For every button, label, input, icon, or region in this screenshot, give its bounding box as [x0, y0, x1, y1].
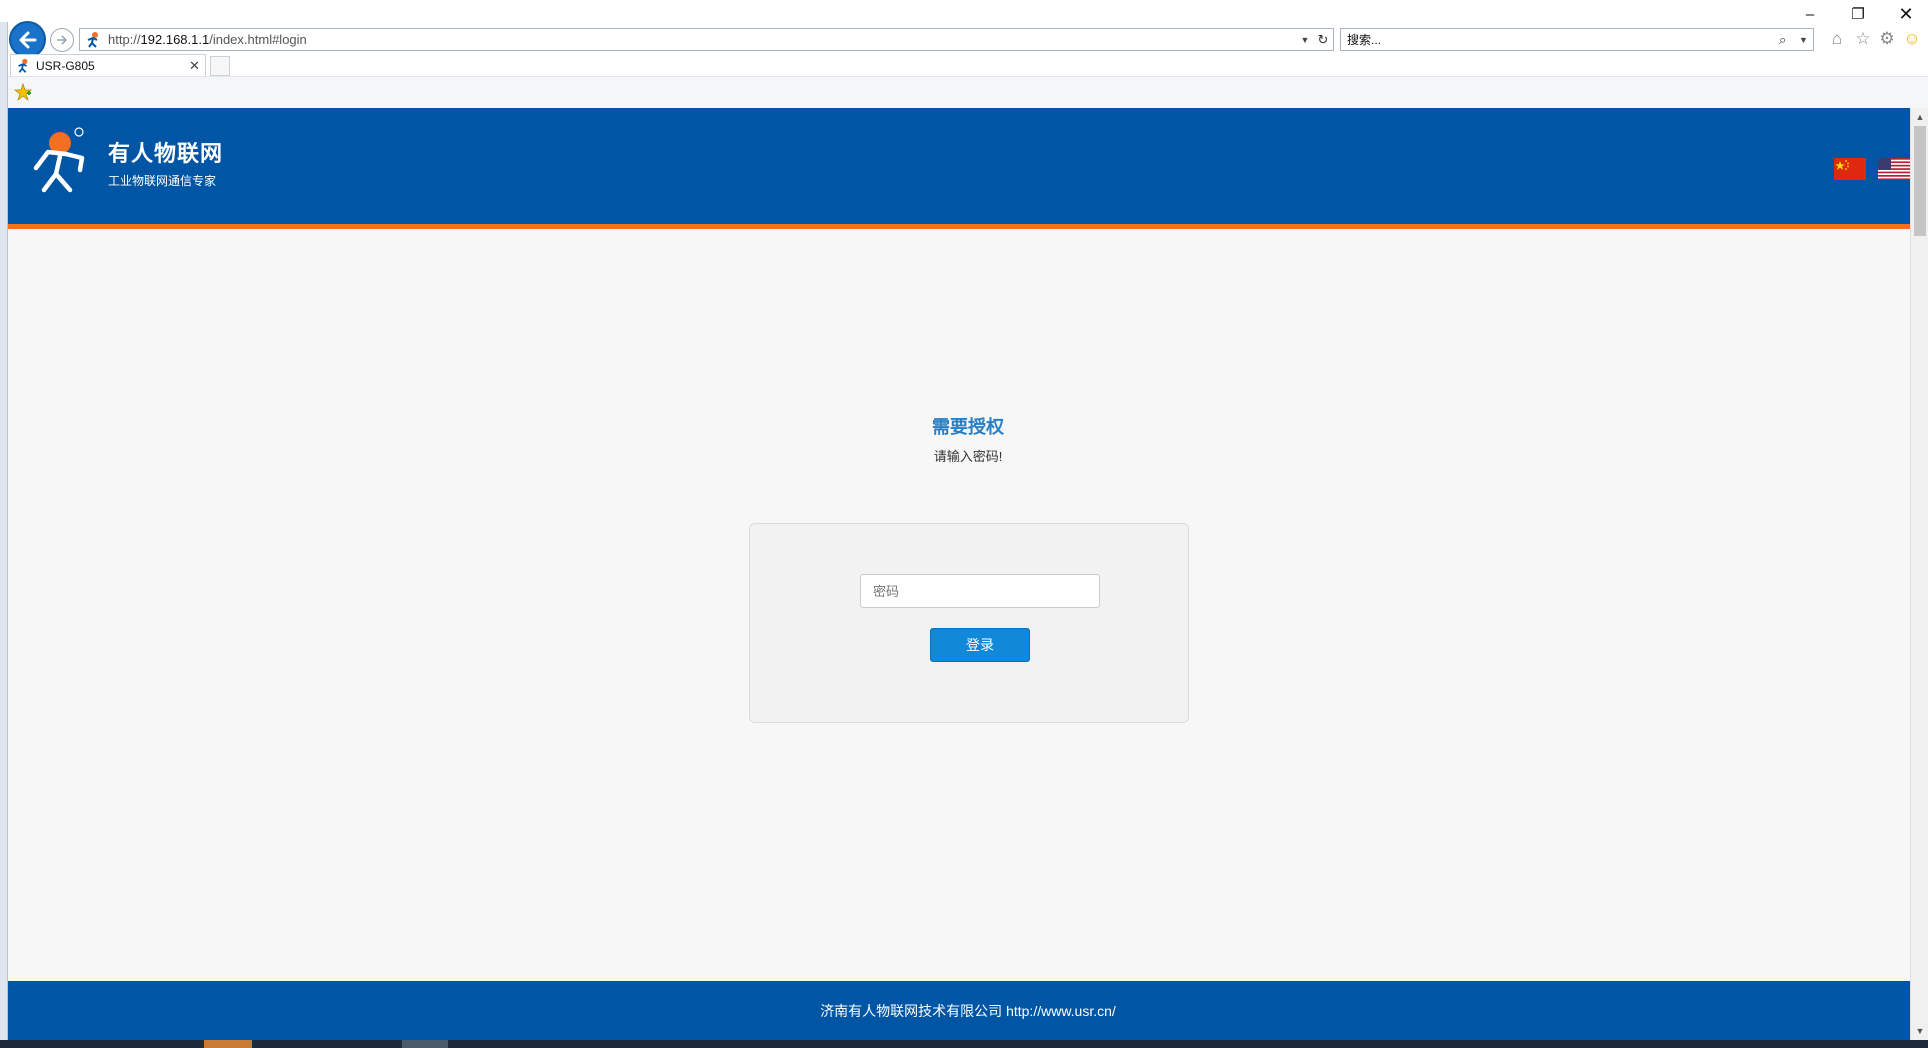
site-footer: 济南有人物联网技术有限公司 http://www.usr.cn/	[8, 981, 1910, 1040]
close-tab-icon[interactable]: ✕	[189, 58, 205, 74]
address-bar[interactable]: http://192.168.1.1/index.html#login ▼ ↻	[79, 28, 1334, 51]
site-header: 有人物联网 工业物联网通信专家	[8, 108, 1910, 224]
tab-favicon-icon	[18, 58, 28, 73]
taskbar-item[interactable]	[204, 1040, 252, 1048]
gear-icon[interactable]: ⚙	[1877, 29, 1897, 49]
auth-title: 需要授权	[932, 417, 1004, 437]
scroll-down-icon[interactable]: ▼	[1911, 1022, 1928, 1040]
address-dropdown-icon[interactable]: ▼	[1297, 35, 1313, 45]
scroll-thumb[interactable]	[1914, 126, 1926, 236]
auth-subtitle: 请输入密码!	[933, 449, 1003, 464]
refresh-icon[interactable]: ↻	[1313, 32, 1333, 48]
add-favorite-icon[interactable]	[14, 83, 32, 101]
restore-button[interactable]: ❐	[1838, 3, 1878, 25]
url-text[interactable]: http://192.168.1.1/index.html#login	[108, 32, 1297, 47]
login-button[interactable]: 登录	[930, 628, 1030, 662]
page-viewport: 有人物联网 工业物联网通信专家 需要授权 请输入密码! 登录 济南有人物联网技术…	[8, 108, 1910, 1040]
login-form: 登录	[749, 523, 1189, 723]
us-flag-icon[interactable]	[1878, 158, 1910, 180]
star-icon[interactable]: ☆	[1853, 29, 1873, 49]
search-box[interactable]: 搜索... ⌕ ▼	[1340, 28, 1814, 51]
vertical-scrollbar[interactable]: ▲ ▼	[1910, 108, 1928, 1040]
forward-button[interactable]	[50, 28, 74, 52]
search-placeholder[interactable]: 搜索...	[1347, 31, 1779, 48]
smiley-icon[interactable]: ☺	[1902, 29, 1922, 49]
tab-title: USR-G805	[36, 59, 95, 73]
arrow-left-icon	[19, 31, 36, 48]
brand-slogan: 工业物联网通信专家	[108, 174, 217, 188]
brand-name: 有人物联网	[108, 141, 224, 166]
site-favicon-icon	[87, 31, 98, 48]
window-left-edge	[0, 22, 8, 1048]
back-button[interactable]	[9, 21, 46, 58]
browser-chrome: – ❐ ✕ http://192.168.1.1/index.html#logi…	[0, 0, 1928, 108]
footer-text: 济南有人物联网技术有限公司 http://www.usr.cn/	[820, 1003, 1116, 1019]
favorites-bar	[8, 77, 1928, 108]
new-tab-button[interactable]	[210, 56, 230, 76]
close-window-button[interactable]: ✕	[1886, 3, 1926, 25]
home-icon[interactable]: ⌂	[1827, 29, 1847, 49]
taskbar-item[interactable]	[402, 1040, 448, 1048]
scroll-up-icon[interactable]: ▲	[1911, 108, 1928, 126]
minimize-button[interactable]: –	[1790, 3, 1830, 25]
search-dropdown-icon[interactable]: ▼	[1799, 35, 1813, 45]
tab-usr-g805[interactable]: USR-G805 ✕	[10, 54, 206, 77]
usr-logo-icon	[33, 127, 85, 193]
china-flag-icon[interactable]	[1834, 158, 1866, 180]
password-input[interactable]	[860, 574, 1100, 608]
search-icon[interactable]: ⌕	[1779, 32, 1799, 48]
os-taskbar	[0, 1040, 1928, 1048]
header-accent-stripe	[8, 224, 1910, 229]
arrow-right-icon	[57, 35, 68, 45]
